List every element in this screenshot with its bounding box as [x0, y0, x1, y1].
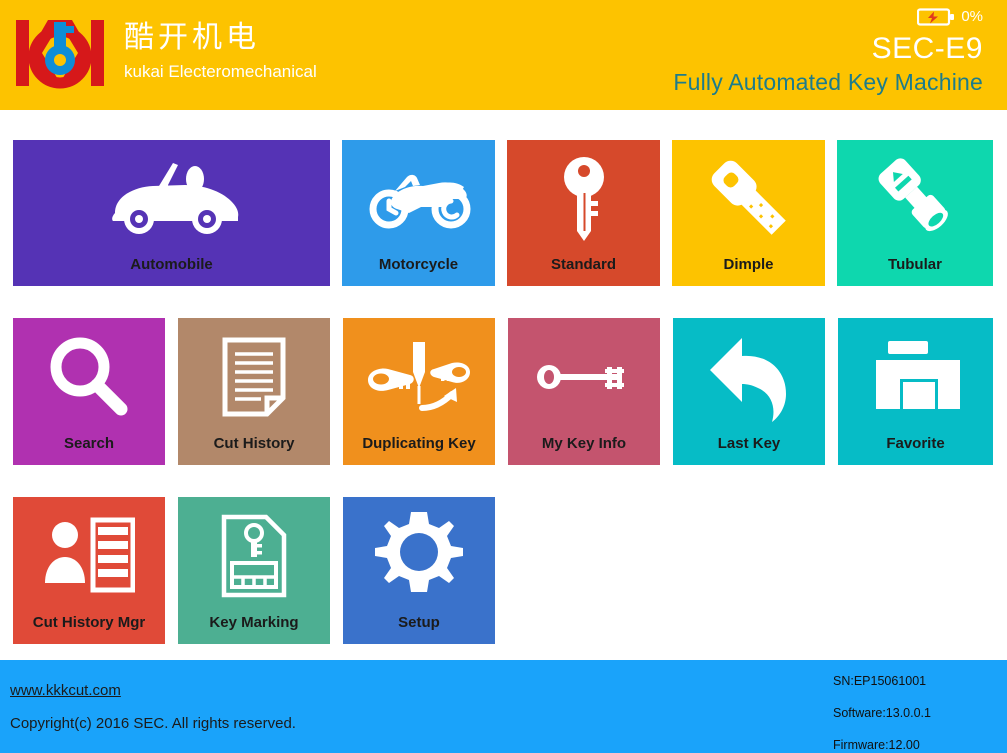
- machine-model-subtitle: Fully Automated Key Machine: [673, 69, 983, 95]
- tile-label: Search: [63, 435, 115, 452]
- copyright-text: Copyright(c) 2016 SEC. All rights reserv…: [10, 715, 296, 732]
- battery-charging-icon: [917, 8, 955, 26]
- brand-text: 酷开机电 kukai Electeromechanical: [124, 12, 317, 84]
- tile-label: Duplicating Key: [362, 435, 476, 452]
- tile-label: Automobile: [130, 256, 213, 273]
- tile-icon-wrap: [343, 497, 495, 614]
- magnifier-icon: [50, 337, 128, 415]
- tile-icon-wrap: [838, 318, 993, 435]
- serial-number-text: SN:EP15061001: [833, 674, 927, 688]
- car-icon: [111, 163, 238, 234]
- tile-label: Tubular: [888, 256, 942, 273]
- user-list-icon: [45, 517, 135, 592]
- tile-icon-wrap: [508, 318, 660, 435]
- tile-icon-wrap: [13, 497, 165, 614]
- tile-icon-wrap: [13, 318, 165, 435]
- tile-label: Motorcycle: [378, 256, 459, 273]
- tile-icon-wrap: [178, 318, 330, 435]
- tile-motorcycle[interactable]: Motorcycle: [342, 140, 495, 286]
- tile-label: Setup: [398, 614, 440, 631]
- folder-icon: [873, 340, 960, 409]
- brand-name-en: kukai Electeromechanical: [124, 62, 317, 81]
- header-right-block: 0% SEC-E9 Fully Automated Key Machine: [563, 0, 983, 96]
- tile-icon-wrap: [343, 318, 495, 435]
- app-footer: www.kkkcut.com Copyright(c) 2016 SEC. Al…: [0, 660, 1007, 753]
- tile-icon-wrap: [837, 140, 993, 256]
- tile-last-key[interactable]: Last Key: [673, 318, 825, 465]
- kukai-logo-icon: [16, 20, 104, 89]
- tile-icon-wrap: [673, 318, 825, 435]
- website-link[interactable]: www.kkkcut.com: [10, 680, 296, 702]
- firmware-version-text: Firmware:12.00: [833, 738, 920, 752]
- standard-key-icon: [563, 157, 604, 241]
- tile-tubular[interactable]: Tubular: [837, 140, 993, 286]
- tile-standard[interactable]: Standard: [507, 140, 660, 286]
- key-machine-home-screen: 酷开机电 kukai Electeromechanical 0% SEC-E9 …: [0, 0, 1007, 753]
- tile-label: Cut History: [213, 435, 295, 452]
- tubular-key-icon: [878, 158, 948, 232]
- app-header: 酷开机电 kukai Electeromechanical 0% SEC-E9 …: [0, 0, 1007, 110]
- brand-block: 酷开机电 kukai Electeromechanical: [14, 12, 317, 94]
- footer-left-block: www.kkkcut.com Copyright(c) 2016 SEC. Al…: [10, 680, 296, 735]
- motorcycle-icon: [369, 174, 470, 229]
- software-version-text: Software:13.0.0.1: [833, 706, 931, 720]
- tile-label: Standard: [550, 256, 616, 273]
- tile-dimple[interactable]: Dimple: [672, 140, 825, 286]
- back-arrow-icon: [710, 337, 786, 422]
- skeleton-key-icon: [537, 364, 624, 389]
- tile-duplicating-key[interactable]: Duplicating Key: [343, 318, 495, 465]
- machine-model-title: SEC-E9: [871, 32, 983, 65]
- tile-favorite[interactable]: Favorite: [838, 318, 993, 465]
- tile-icon-wrap: [672, 140, 825, 256]
- tile-icon-wrap: [178, 497, 330, 614]
- tile-grid: Automobile Motorcycle Standard Dimple Tu…: [0, 110, 1007, 660]
- tile-icon-wrap: [507, 140, 660, 256]
- tile-cut-history[interactable]: Cut History: [178, 318, 330, 465]
- tile-search[interactable]: Search: [13, 318, 165, 465]
- tile-icon-wrap: [342, 140, 495, 256]
- tile-label: Last Key: [717, 435, 781, 452]
- sim-key-icon: [221, 514, 287, 597]
- brand-name-cn: 酷开机电: [124, 20, 260, 55]
- duplicate-key-icon: [368, 341, 470, 411]
- tile-label: Dimple: [723, 256, 774, 273]
- tile-automobile[interactable]: Automobile: [13, 140, 330, 286]
- gear-icon: [375, 511, 463, 592]
- dimple-key-icon: [711, 160, 786, 235]
- document-icon: [222, 337, 286, 416]
- tile-label: Key Marking: [209, 614, 299, 631]
- battery-status: 0%: [563, 7, 983, 27]
- footer-right-block: SN:EP15061001 Software:13.0.0.1 Firmware…: [833, 674, 983, 753]
- tile-cut-history-mgr[interactable]: Cut History Mgr: [13, 497, 165, 644]
- tile-label: Cut History Mgr: [32, 614, 146, 631]
- battery-percent-label: 0%: [961, 8, 983, 25]
- tile-my-key-info[interactable]: My Key Info: [508, 318, 660, 465]
- tile-icon-wrap: [13, 140, 330, 256]
- tile-label: Favorite: [886, 435, 945, 452]
- tile-label: My Key Info: [541, 435, 627, 452]
- tile-key-marking[interactable]: Key Marking: [178, 497, 330, 644]
- tile-setup[interactable]: Setup: [343, 497, 495, 644]
